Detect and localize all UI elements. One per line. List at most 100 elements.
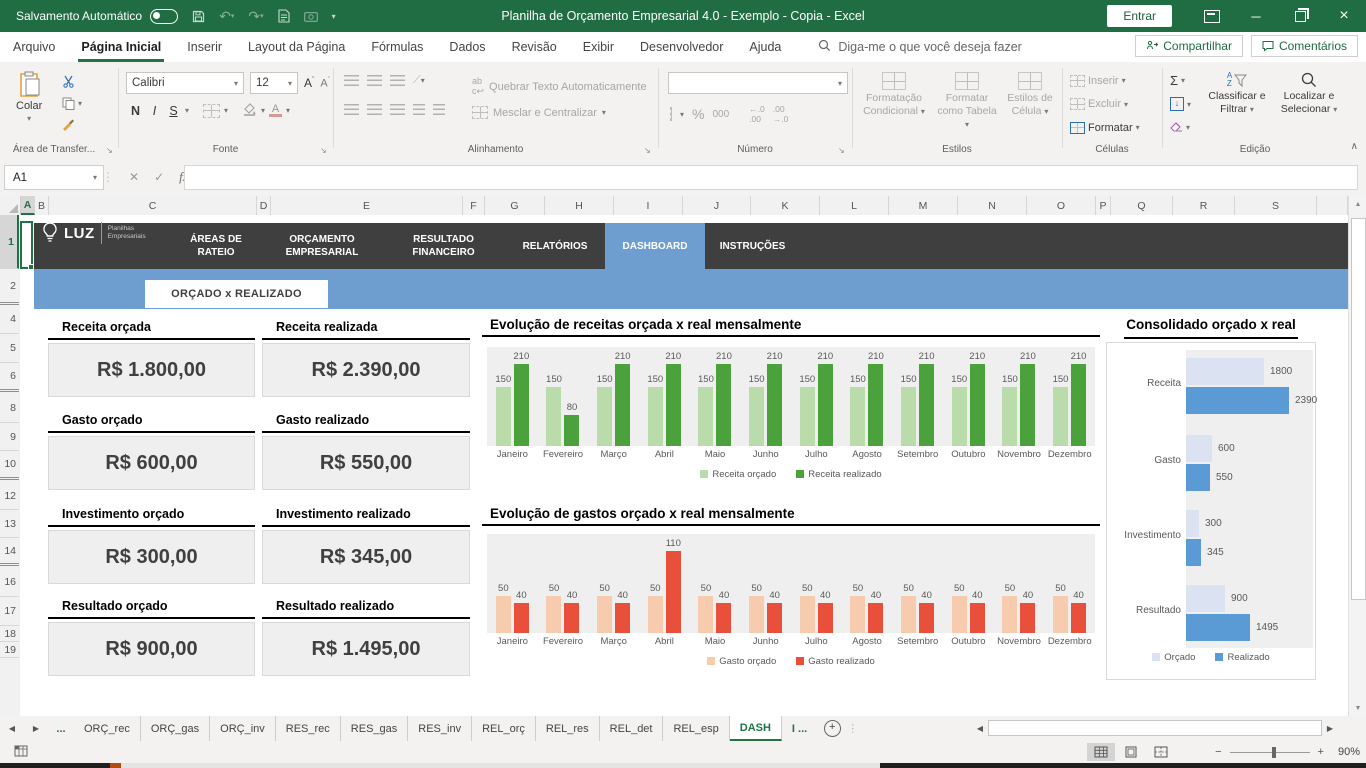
ribbon-tab-desenvolvedor[interactable]: Desenvolvedor	[627, 32, 736, 62]
row-header-14[interactable]: 14	[0, 538, 19, 566]
column-header-J[interactable]: J	[683, 196, 751, 215]
horizontal-scroll-thumb[interactable]	[988, 720, 1322, 736]
copy-button[interactable]: ▾	[62, 94, 82, 113]
vertical-scroll-thumb[interactable]	[1351, 218, 1366, 600]
zoom-slider[interactable]	[1230, 752, 1310, 753]
font-color-icon[interactable]: A	[269, 104, 282, 117]
format-painter-button[interactable]	[62, 115, 82, 134]
row-header-6[interactable]: 6	[0, 363, 19, 392]
column-header-M[interactable]: M	[889, 196, 958, 215]
row-header-8[interactable]: 8	[0, 394, 19, 423]
column-header-Q[interactable]: Q	[1111, 196, 1173, 215]
row-header-18[interactable]: 18	[0, 626, 19, 642]
tell-me-search[interactable]: Diga-me o que você deseja fazer	[794, 32, 1021, 62]
redo-icon[interactable]: ↷▾	[248, 8, 263, 25]
macro-record-icon[interactable]	[14, 745, 28, 760]
column-header-F[interactable]: F	[463, 196, 485, 215]
sheet-overflow-left[interactable]: ...	[48, 716, 74, 741]
hscroll-left-icon[interactable]: ◀	[972, 724, 988, 733]
format-cells-button[interactable]: Formatar▾	[1070, 118, 1140, 137]
sheet-nav-left-icon[interactable]: ◀	[0, 716, 24, 741]
underline-button[interactable]: S	[166, 104, 181, 118]
column-header-H[interactable]: H	[545, 196, 614, 215]
font-dialog-launcher[interactable]: ↘	[320, 146, 327, 155]
fill-color-icon[interactable]	[242, 102, 257, 119]
increase-decimal-icon[interactable]: ←.0.00	[749, 104, 765, 124]
sheet-tab-REL_res[interactable]: REL_res	[536, 716, 600, 741]
row-header-12[interactable]: 12	[0, 482, 19, 510]
sheet-tab-RES_inv[interactable]: RES_inv	[408, 716, 472, 741]
nav-tab-dashboard[interactable]: DASHBOARD	[605, 223, 705, 269]
ribbon-tab-ajuda[interactable]: Ajuda	[736, 32, 794, 62]
nav-tab-resultado-financeiro[interactable]: RESULTADO FINANCEIRO	[382, 223, 505, 269]
ribbon-tab-inserir[interactable]: Inserir	[174, 32, 235, 62]
vertical-scrollbar[interactable]: ▲ ▼	[1348, 196, 1366, 716]
close-button[interactable]: ×	[1322, 0, 1366, 32]
find-select-button[interactable]: Localizar e Selecionar ▾	[1276, 72, 1342, 116]
row-header-2[interactable]: 2	[0, 269, 19, 305]
hscroll-right-icon[interactable]: ▶	[1322, 724, 1338, 733]
borders-icon[interactable]	[203, 104, 220, 118]
comments-button[interactable]: Comentários	[1251, 35, 1358, 57]
align-middle-icon[interactable]	[367, 75, 382, 86]
ribbon-tab-fórmulas[interactable]: Fórmulas	[358, 32, 436, 62]
conditional-formatting-button[interactable]: Formatação Condicional ▾	[862, 72, 926, 118]
nav-tab-instru-es[interactable]: INSTRUÇÕES	[705, 223, 800, 269]
column-header-E[interactable]: E	[271, 196, 463, 215]
nav-tab-relat-rios[interactable]: RELATÓRIOS	[505, 223, 605, 269]
sheet-tab-RES_gas[interactable]: RES_gas	[341, 716, 408, 741]
view-toggle-button[interactable]: ORÇADO x REALIZADO	[145, 280, 328, 308]
delete-cells-button[interactable]: Excluir▾	[1070, 95, 1140, 114]
column-header-I[interactable]: I	[614, 196, 683, 215]
percent-style-button[interactable]: %	[692, 106, 704, 122]
column-header-L[interactable]: L	[820, 196, 889, 215]
sheet-tab-DASH[interactable]: DASH	[730, 716, 782, 741]
selected-cell-a1[interactable]	[20, 221, 33, 269]
ribbon-tab-página-inicial[interactable]: Página Inicial	[68, 32, 174, 62]
autosave-toggle[interactable]	[150, 9, 178, 24]
formula-input[interactable]	[184, 165, 1358, 190]
column-header-C[interactable]: C	[49, 196, 257, 215]
paste-button[interactable]: Colar▾	[16, 70, 42, 123]
autosum-button[interactable]: Σ▾	[1170, 71, 1191, 90]
ribbon-tab-exibir[interactable]: Exibir	[570, 32, 627, 62]
page-layout-view-button[interactable]	[1117, 743, 1145, 761]
collapse-ribbon-icon[interactable]: ∧	[1351, 141, 1358, 152]
sheet-tab-ORÇ_rec[interactable]: ORÇ_rec	[74, 716, 141, 741]
column-header-A[interactable]: A	[21, 196, 35, 215]
column-header-D[interactable]: D	[257, 196, 271, 215]
accounting-format-icon[interactable]	[670, 108, 672, 120]
align-left-icon[interactable]	[344, 104, 359, 115]
sheet-nav-right-icon[interactable]: ▶	[24, 716, 48, 741]
minimize-button[interactable]: ─	[1234, 0, 1278, 32]
row-header-17[interactable]: 17	[0, 597, 19, 626]
decrease-decimal-icon[interactable]: .00→.0	[773, 104, 789, 124]
column-header-N[interactable]: N	[958, 196, 1027, 215]
grow-font-button[interactable]: Aˆ	[304, 76, 314, 90]
column-header-S[interactable]: S	[1235, 196, 1317, 215]
wrap-text-button[interactable]: abc↩Quebrar Texto Automaticamente	[472, 76, 647, 97]
new-sheet-button[interactable]: +	[817, 716, 847, 741]
ribbon-tab-dados[interactable]: Dados	[436, 32, 498, 62]
select-all-corner[interactable]	[0, 196, 21, 215]
row-header-5[interactable]: 5	[0, 334, 19, 363]
orientation-icon[interactable]: ⟋▾	[413, 74, 425, 87]
zoom-in-icon[interactable]: +	[1318, 746, 1324, 758]
column-header-O[interactable]: O	[1027, 196, 1096, 215]
row-header-9[interactable]: 9	[0, 423, 19, 451]
insert-cells-button[interactable]: Inserir▾	[1070, 71, 1140, 90]
number-format-select[interactable]: ▾	[668, 72, 848, 94]
sheet-overflow-right[interactable]: I ...	[782, 716, 817, 741]
font-name-select[interactable]: Calibri▾	[126, 72, 244, 94]
row-header-1[interactable]: 1	[0, 215, 19, 269]
row-header-16[interactable]: 16	[0, 568, 19, 597]
camera-icon[interactable]	[304, 11, 318, 22]
sheet-tab-RES_rec[interactable]: RES_rec	[276, 716, 341, 741]
ribbon-tab-revisão[interactable]: Revisão	[499, 32, 570, 62]
nav-tab-or-amento-empresarial[interactable]: ORÇAMENTO EMPRESARIAL	[262, 223, 382, 269]
sheet-tab-REL_orç[interactable]: REL_orç	[472, 716, 536, 741]
row-header-19[interactable]: 19	[0, 642, 19, 658]
merge-center-button[interactable]: Mesclar e Centralizar▾	[472, 106, 606, 119]
align-right-icon[interactable]	[390, 104, 405, 115]
sheet-tab-REL_det[interactable]: REL_det	[600, 716, 664, 741]
